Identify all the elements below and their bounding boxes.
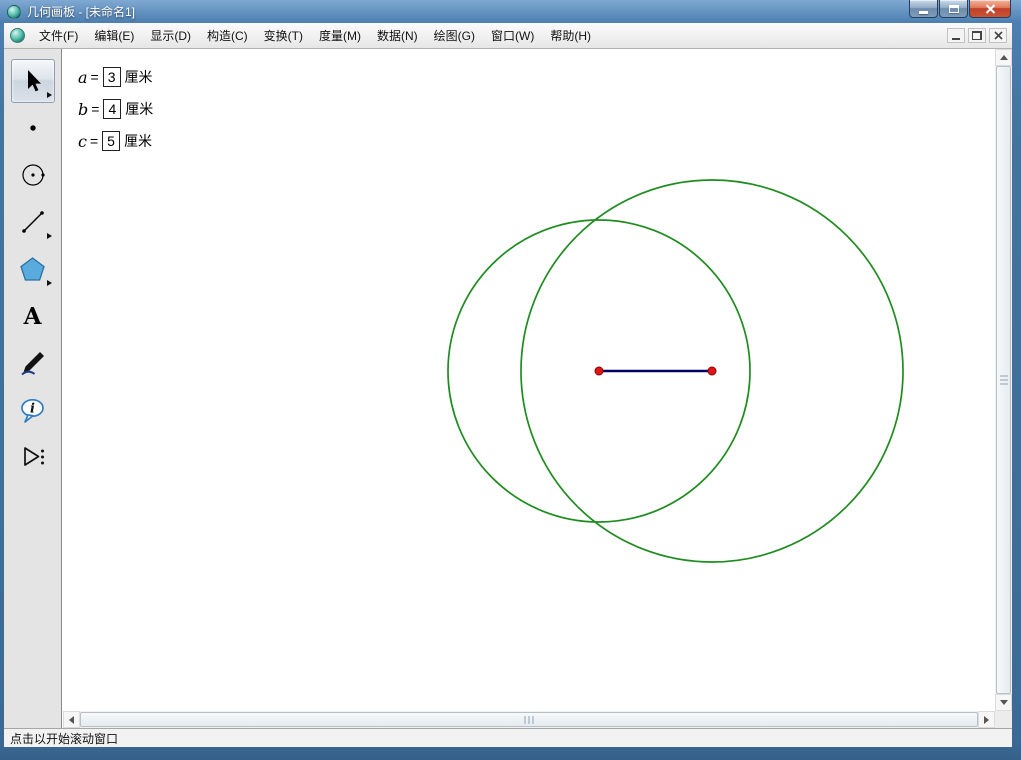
scroll-right-icon	[984, 716, 989, 724]
status-text: 点击以开始滚动窗口	[10, 730, 118, 747]
titlebar-buttons	[909, 0, 1011, 18]
document-icon	[10, 28, 25, 43]
menu-transform[interactable]: 变换(T)	[256, 22, 311, 49]
parameter-value-box[interactable]: 3	[103, 67, 121, 87]
drawing-canvas[interactable]: a=3厘米b=4厘米c=5厘米	[63, 49, 995, 711]
vertical-scrollbar[interactable]	[995, 49, 1012, 711]
minimize-icon	[919, 11, 928, 14]
tool-polygon[interactable]	[11, 247, 55, 291]
menu-measure[interactable]: 度量(M)	[311, 22, 369, 49]
menu-help[interactable]: 帮助(H)	[542, 22, 599, 49]
child-minimize-icon	[952, 38, 960, 40]
tool-selection-arrow[interactable]	[11, 59, 55, 103]
tool-compass[interactable]	[11, 153, 55, 197]
scroll-down-icon	[1000, 700, 1008, 705]
submenu-arrow-icon	[47, 280, 52, 286]
minimize-button[interactable]	[909, 0, 938, 18]
parameter-unit: 厘米	[124, 131, 152, 151]
parameter-b[interactable]: b=4厘米	[78, 93, 153, 125]
maximize-icon	[949, 5, 959, 13]
child-close-button[interactable]	[989, 28, 1007, 43]
maximize-button[interactable]	[939, 0, 968, 18]
parameter-value-box[interactable]: 4	[103, 99, 121, 119]
scroll-left-icon	[69, 716, 74, 724]
window-title: 几何画板 - [未命名1]	[27, 3, 135, 20]
child-restore-icon	[972, 31, 982, 40]
arrow-cursor-icon	[21, 68, 45, 94]
tool-text[interactable]: A	[11, 294, 55, 338]
parameter-value-box[interactable]: 5	[102, 131, 120, 151]
scroll-grip-icon	[1000, 376, 1008, 385]
work-area: A i	[4, 49, 1012, 728]
geometry-drawing	[63, 49, 995, 711]
marker-pen-icon	[19, 350, 46, 377]
pentagon-icon	[19, 256, 46, 282]
app-icon	[7, 5, 21, 19]
segment-icon	[20, 209, 46, 235]
tool-point[interactable]	[11, 106, 55, 150]
scroll-down-button[interactable]	[995, 694, 1012, 711]
equals-sign: =	[91, 101, 99, 117]
child-minimize-button[interactable]	[947, 28, 965, 43]
circle-icon	[20, 162, 46, 188]
scroll-up-button[interactable]	[995, 49, 1012, 66]
menubar: 文件(F)编辑(E)显示(D)构造(C)变换(T)度量(M)数据(N)绘图(G)…	[4, 23, 1012, 49]
tool-marker[interactable]	[11, 341, 55, 385]
menu-file[interactable]: 文件(F)	[31, 22, 86, 49]
horizontal-scroll-thumb[interactable]	[80, 712, 978, 727]
point[interactable]	[595, 367, 603, 375]
scroll-grip-icon	[525, 716, 534, 724]
submenu-arrow-icon	[47, 233, 52, 239]
tool-information[interactable]: i	[11, 388, 55, 432]
menu-construct[interactable]: 构造(C)	[199, 22, 256, 49]
child-window-controls	[947, 28, 1007, 43]
tool-custom[interactable]	[11, 435, 55, 479]
scroll-right-button[interactable]	[978, 711, 995, 728]
parameter-list: a=3厘米b=4厘米c=5厘米	[78, 61, 153, 157]
parameter-name: a	[78, 68, 88, 87]
vertical-scroll-thumb[interactable]	[996, 66, 1011, 694]
close-button[interactable]	[969, 0, 1011, 18]
menu-window[interactable]: 窗口(W)	[483, 22, 542, 49]
custom-tool-icon	[19, 444, 46, 470]
scrollbar-corner	[995, 711, 1012, 728]
point-icon	[20, 115, 46, 141]
scroll-left-button[interactable]	[63, 711, 80, 728]
submenu-arrow-icon	[47, 92, 52, 98]
menu-list: 文件(F)编辑(E)显示(D)构造(C)变换(T)度量(M)数据(N)绘图(G)…	[31, 22, 599, 49]
parameter-unit: 厘米	[125, 67, 153, 87]
menu-display[interactable]: 显示(D)	[142, 22, 199, 49]
parameter-unit: 厘米	[125, 99, 153, 119]
app-window: 几何画板 - [未命名1] 文件(F)编辑(E)显示(D)构造(C)变换(T)度…	[0, 0, 1021, 760]
child-close-icon	[994, 31, 1003, 40]
child-restore-button[interactable]	[968, 28, 986, 43]
statusbar: 点击以开始滚动窗口	[4, 728, 1012, 747]
text-tool-icon: A	[24, 305, 42, 328]
equals-sign: =	[90, 133, 98, 149]
parameter-name: c	[78, 132, 87, 151]
parameter-name: b	[78, 100, 88, 119]
menu-edit[interactable]: 编辑(E)	[86, 22, 142, 49]
info-bubble-icon: i	[19, 397, 46, 424]
parameter-c[interactable]: c=5厘米	[78, 125, 153, 157]
scroll-up-icon	[1000, 55, 1008, 60]
menu-graph[interactable]: 绘图(G)	[426, 22, 483, 49]
menu-data[interactable]: 数据(N)	[369, 22, 426, 49]
point[interactable]	[708, 367, 716, 375]
equals-sign: =	[91, 69, 99, 85]
toolbox: A i	[4, 49, 62, 728]
close-icon	[985, 4, 996, 14]
horizontal-scrollbar[interactable]	[63, 711, 995, 728]
titlebar: 几何画板 - [未命名1]	[0, 0, 1021, 23]
tool-straightedge[interactable]	[11, 200, 55, 244]
parameter-a[interactable]: a=3厘米	[78, 61, 153, 93]
svg-text:i: i	[30, 401, 35, 416]
